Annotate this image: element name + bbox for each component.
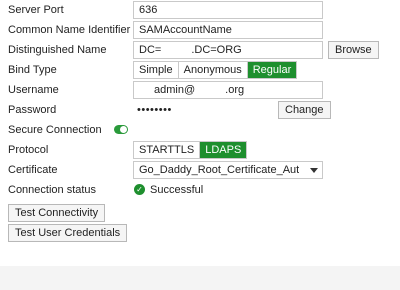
chevron-down-icon: [310, 168, 318, 173]
dn-label: Distinguished Name: [8, 44, 107, 56]
protocol-segmented: STARTTLS LDAPS: [133, 141, 248, 159]
protocol-ldaps[interactable]: LDAPS: [200, 142, 247, 158]
connection-status-row: Connection status ✓ Successful: [0, 181, 400, 201]
check-circle-icon: ✓: [134, 184, 145, 195]
bind-type-simple[interactable]: Simple: [134, 62, 179, 78]
change-password-button[interactable]: Change: [278, 101, 331, 119]
server-port-input[interactable]: 636: [133, 1, 323, 19]
connection-status-value: Successful: [150, 184, 204, 196]
server-port-row: Server Port 636: [0, 1, 400, 21]
password-label: Password: [8, 104, 57, 116]
protocol-label: Protocol: [8, 144, 49, 156]
username-value-end: .org: [225, 84, 245, 96]
footer-bar: [0, 266, 400, 290]
protocol-row: Protocol STARTTLS LDAPS: [0, 141, 400, 161]
test-user-credentials-button[interactable]: Test User Credentials: [8, 224, 128, 242]
test-connectivity-button[interactable]: Test Connectivity: [8, 204, 106, 222]
bind-type-row: Bind Type Simple Anonymous Regular: [0, 61, 400, 81]
secure-connection-toggle[interactable]: [114, 125, 128, 134]
username-value-start: admin@: [154, 84, 196, 96]
server-port-label: Server Port: [8, 4, 64, 16]
dn-row: Distinguished Name DC= .DC=ORG Browse: [0, 41, 400, 61]
password-row: Password •••••••• Change: [0, 101, 400, 121]
dn-value-start: DC=: [139, 44, 162, 56]
common-name-label: Common Name Identifier: [8, 24, 131, 36]
bind-type-label: Bind Type: [8, 64, 57, 76]
dn-value-end: .DC=ORG: [191, 44, 242, 56]
bind-type-regular[interactable]: Regular: [247, 62, 297, 78]
common-name-input[interactable]: SAMAccountName: [133, 21, 323, 39]
protocol-starttls[interactable]: STARTTLS: [134, 142, 201, 158]
secure-connection-label: Secure Connection: [8, 124, 102, 136]
certificate-value: Go_Daddy_Root_Certificate_Authority: [139, 164, 299, 176]
connection-status-label: Connection status: [8, 184, 97, 196]
browse-button[interactable]: Browse: [328, 41, 379, 59]
bind-type-anonymous[interactable]: Anonymous: [178, 62, 248, 78]
certificate-label: Certificate: [8, 164, 58, 176]
username-label: Username: [8, 84, 59, 96]
username-row: Username admin@ .org: [0, 81, 400, 101]
certificate-select[interactable]: Go_Daddy_Root_Certificate_Authority: [133, 161, 323, 179]
username-input[interactable]: admin@ .org: [133, 81, 323, 99]
dn-input[interactable]: DC= .DC=ORG: [133, 41, 323, 59]
certificate-row: Certificate Go_Daddy_Root_Certificate_Au…: [0, 161, 400, 181]
password-input[interactable]: ••••••••: [133, 101, 275, 119]
bind-type-segmented: Simple Anonymous Regular: [133, 61, 298, 79]
common-name-row: Common Name Identifier SAMAccountName: [0, 21, 400, 41]
secure-connection-row: Secure Connection: [0, 121, 400, 141]
